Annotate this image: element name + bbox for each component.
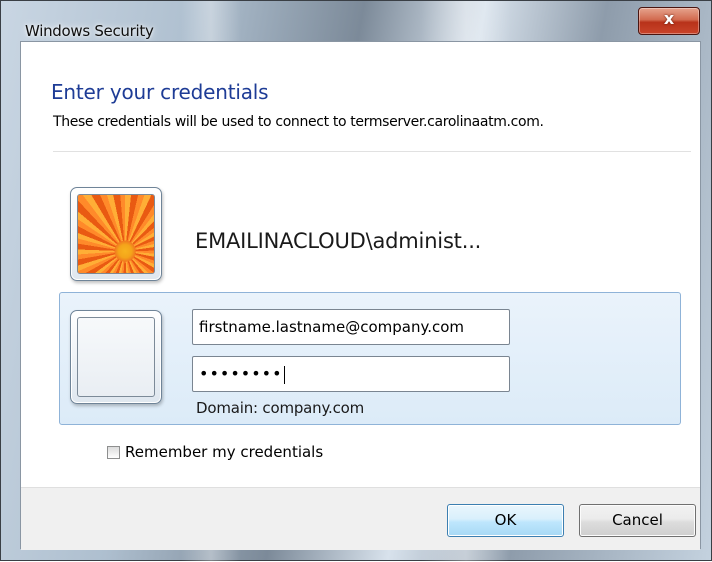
saved-account-username[interactable]: EMAILINACLOUD\administ... bbox=[195, 229, 481, 253]
saved-account-tile[interactable] bbox=[70, 187, 162, 281]
user-avatar bbox=[77, 194, 155, 274]
dialog-heading: Enter your credentials bbox=[51, 80, 269, 104]
title-bar[interactable]: Windows Security x bbox=[1, 1, 712, 41]
button-bar: OK Cancel bbox=[21, 487, 700, 550]
window-title: Windows Security bbox=[25, 22, 154, 40]
cancel-button[interactable]: Cancel bbox=[579, 504, 696, 537]
flower-avatar-icon bbox=[78, 195, 154, 273]
close-button[interactable]: x bbox=[638, 7, 700, 35]
window-frame: Windows Security x Enter your credential… bbox=[0, 0, 712, 562]
remember-checkbox[interactable] bbox=[107, 446, 120, 459]
blank-avatar-icon bbox=[77, 317, 155, 397]
text-caret bbox=[283, 365, 285, 384]
new-account-tile bbox=[70, 310, 162, 404]
password-input-value: •••••••• bbox=[199, 364, 283, 383]
remember-label: Remember my credentials bbox=[125, 443, 324, 461]
username-input-value: firstname.lastname@company.com bbox=[199, 318, 465, 336]
ok-button[interactable]: OK bbox=[447, 504, 564, 537]
close-icon: x bbox=[663, 9, 675, 28]
domain-label: Domain: company.com bbox=[196, 399, 365, 417]
dialog-body: Enter your credentials These credentials… bbox=[20, 41, 701, 550]
dialog-description: These credentials will be used to connec… bbox=[53, 114, 544, 130]
username-input[interactable]: firstname.lastname@company.com bbox=[192, 309, 510, 345]
password-input[interactable]: •••••••• bbox=[192, 356, 510, 392]
divider bbox=[53, 151, 691, 152]
remember-credentials[interactable]: Remember my credentials bbox=[107, 443, 323, 461]
